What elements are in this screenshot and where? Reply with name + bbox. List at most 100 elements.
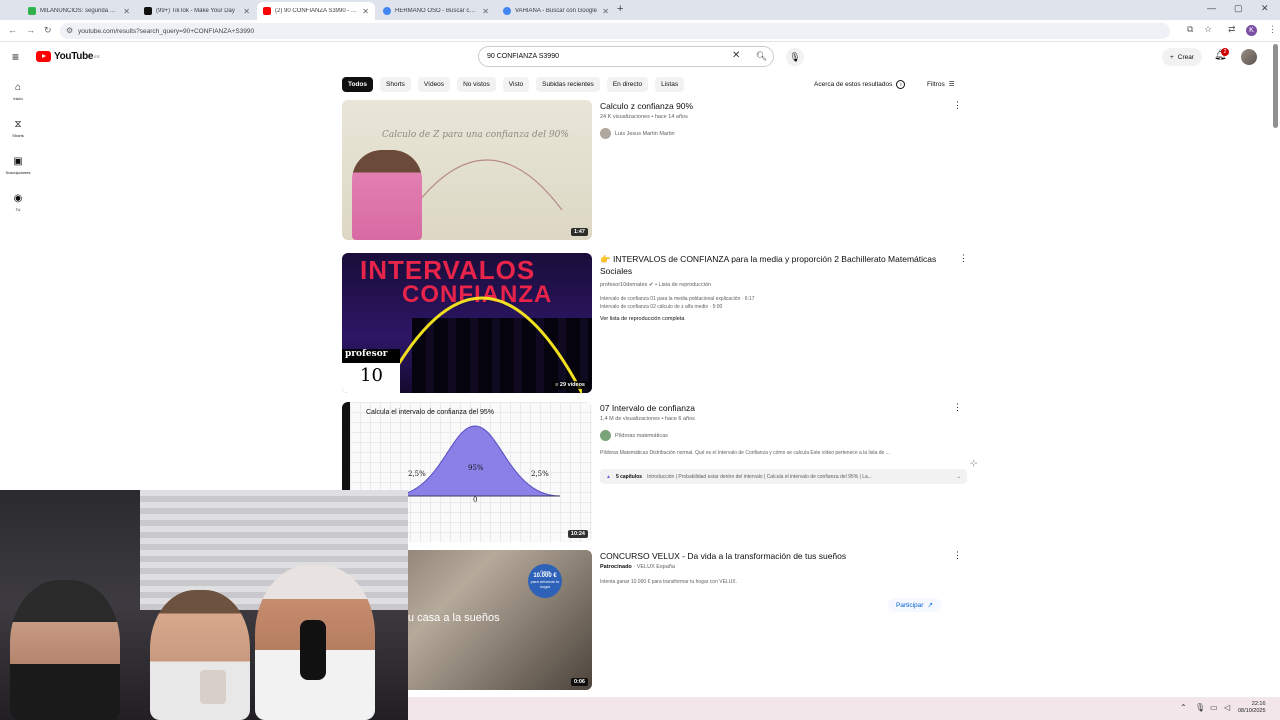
- create-button[interactable]: + Crear: [1162, 48, 1203, 66]
- tab-title: HERMANO OSO - Buscar con G: [395, 8, 479, 14]
- close-tab-icon[interactable]: ✕: [243, 7, 250, 16]
- playlist-video-line[interactable]: Intervalo de confianza 02 cálculo de z a…: [600, 303, 950, 311]
- logo-region: ES: [94, 54, 100, 59]
- youtube-logo[interactable]: YouTube ES: [36, 51, 100, 62]
- browser-tab[interactable]: HERMANO OSO - Buscar con G ✕: [377, 2, 495, 20]
- create-label: Crear: [1177, 53, 1195, 61]
- browser-tab[interactable]: VAHIANA - Buscar con Google ✕: [497, 2, 615, 20]
- close-tab-icon[interactable]: ✕: [602, 7, 609, 16]
- more-options-icon[interactable]: ⋮: [953, 402, 962, 413]
- logo-text: YouTube: [54, 51, 94, 62]
- video-meta: 1,4 M de visualizaciones • hace 6 años: [600, 416, 695, 422]
- playlist-thumbnail[interactable]: INTERVALOS CONFIANZA profesor 10 ≡ 29 ví…: [342, 253, 592, 393]
- browser-menu-icon[interactable]: ⋮: [1268, 24, 1277, 35]
- url-bar[interactable]: ⚙ youtube.com/results?search_query=90+CO…: [60, 23, 1170, 39]
- badge-bottom: para reformar tu hogar: [530, 579, 560, 589]
- close-window-icon[interactable]: ✕: [1261, 3, 1269, 14]
- channel-link[interactable]: Luis Jesus Martin Martin: [600, 128, 955, 139]
- bell-curve-graphic: [382, 296, 582, 393]
- site-info-icon[interactable]: ⚙: [66, 26, 73, 35]
- sidebar-item-label: Inicio: [13, 96, 23, 101]
- chip-recently-uploaded[interactable]: Subidas recientes: [536, 77, 600, 92]
- chip-live[interactable]: En directo: [606, 77, 649, 92]
- about-results-link[interactable]: Acerca de estos resultados i: [814, 80, 906, 89]
- advertiser-name[interactable]: VELUX España: [637, 564, 675, 570]
- tab-favicon-icon: [144, 7, 152, 15]
- chip-all[interactable]: Todos: [342, 77, 374, 92]
- chip-watched[interactable]: Visto: [502, 77, 530, 92]
- system-clock[interactable]: 22:16 08/10/2025: [1238, 701, 1266, 715]
- minimize-icon[interactable]: —: [1207, 3, 1216, 13]
- participate-button[interactable]: Participar ↗: [888, 598, 941, 612]
- chip-videos[interactable]: Vídeos: [417, 77, 451, 92]
- youtube-play-icon: [36, 51, 51, 62]
- account-avatar[interactable]: [1241, 49, 1257, 65]
- playlist-video-line[interactable]: Intervalo de confianza 01 para la media …: [600, 295, 950, 303]
- network-icon[interactable]: ▭: [1210, 703, 1218, 712]
- maximize-icon[interactable]: ▢: [1234, 3, 1243, 14]
- more-options-icon[interactable]: ⋮: [953, 100, 962, 111]
- video-title[interactable]: Calculo z confianza 90%: [600, 100, 955, 112]
- browser-tab[interactable]: (99+) TikTok - Make Your Day ✕: [138, 2, 256, 20]
- channel-name[interactable]: profesor10demates: [600, 282, 647, 288]
- sidebar-item-home[interactable]: ⌂ Inicio: [0, 82, 36, 101]
- video-title[interactable]: 07 Intervalo de confianza: [600, 402, 955, 414]
- chip-playlists[interactable]: Listas: [655, 77, 685, 92]
- microphone-tray-icon[interactable]: 🎙︎: [1195, 703, 1205, 712]
- volume-icon[interactable]: ◁: [1224, 703, 1230, 712]
- chapters-bar[interactable]: ▲ 5 capítulos Introducción | Probabilida…: [600, 469, 967, 484]
- back-icon[interactable]: ←: [8, 25, 17, 35]
- install-app-icon[interactable]: ⧉: [1187, 24, 1193, 35]
- view-full-playlist-link[interactable]: Ver lista de reproducción completa: [600, 316, 950, 322]
- sponsored-result[interactable]: re tu casa a la sueños Gana 10.000 € par…: [342, 550, 967, 690]
- sidebar-item-shorts[interactable]: ⧖ Shorts: [0, 119, 36, 138]
- close-tab-icon[interactable]: ✕: [123, 7, 130, 16]
- tab-favicon-icon: [28, 7, 36, 15]
- thumbnail-text: re tu casa a la sueños: [392, 612, 500, 624]
- shorts-icon: ⧖: [14, 119, 22, 130]
- close-tab-icon[interactable]: ✕: [362, 7, 369, 16]
- os-taskbar: ⌃ 🎙︎ ▭ ◁ 22:16 08/10/2025: [408, 697, 1280, 720]
- cup-figure: [200, 670, 226, 704]
- forward-icon[interactable]: →: [26, 25, 35, 35]
- playlist-title[interactable]: 👉 INTERVALOS de CONFIANZA para la media …: [600, 253, 950, 277]
- browser-tab-active[interactable]: (2) 90 CONFIANZA S3990 - You ✕: [257, 2, 375, 20]
- you-icon: ◉: [13, 193, 23, 204]
- bell-curve-sketch: [411, 159, 563, 211]
- video-thumbnail[interactable]: Calculo de Z para una confianza del 90% …: [342, 100, 592, 240]
- clear-search-icon[interactable]: ✕: [732, 50, 740, 61]
- channel-link[interactable]: Píldoras matemáticas: [600, 430, 955, 441]
- menu-icon[interactable]: ≡: [12, 50, 19, 64]
- sidebar-item-you[interactable]: ◉ Tú: [0, 193, 36, 212]
- close-tab-icon[interactable]: ✕: [482, 7, 489, 16]
- chip-shorts[interactable]: Shorts: [380, 77, 411, 92]
- playlist-count-badge: ≡ 29 vídeos: [552, 381, 588, 389]
- sidebar-item-subscriptions[interactable]: ▣ Suscripciones: [0, 156, 36, 175]
- plus-icon: +: [1170, 53, 1174, 61]
- ad-title[interactable]: CONCURSO VELUX - Da vida a la transforma…: [600, 550, 955, 562]
- browser-tab[interactable]: MILANUNCIOS: segunda mano ✕: [22, 2, 136, 20]
- clock-time: 22:16: [1251, 701, 1266, 707]
- new-tab-icon[interactable]: +: [617, 3, 623, 15]
- search-button[interactable]: 🔍︎: [749, 47, 774, 66]
- right-tail-label: 2,5%: [531, 470, 549, 478]
- home-icon: ⌂: [14, 82, 22, 93]
- search-input[interactable]: 90 CONFIANZA S3990 ✕ 🔍︎: [478, 46, 774, 67]
- page-scrollbar[interactable]: [1273, 44, 1278, 128]
- voice-search-button[interactable]: 🎙︎: [786, 48, 804, 66]
- chevron-up-icon[interactable]: ⌃: [1180, 703, 1187, 712]
- filters-button[interactable]: Filtros ☰: [927, 80, 955, 89]
- bookmark-star-icon[interactable]: ☆: [1204, 24, 1212, 35]
- browser-profile-avatar[interactable]: K: [1246, 25, 1257, 36]
- video-result[interactable]: Calculo de Z para una confianza del 90% …: [342, 100, 967, 240]
- mouse-cursor-icon: ⊹: [970, 458, 978, 468]
- external-link-icon: ↗: [927, 602, 933, 609]
- more-options-icon[interactable]: ⋮: [959, 253, 968, 264]
- chevron-down-icon[interactable]: ⌄: [957, 474, 967, 480]
- extensions-icon[interactable]: ⇄: [1228, 24, 1236, 35]
- more-options-icon[interactable]: ⋮: [953, 550, 962, 561]
- chip-unwatched[interactable]: No vistos: [457, 77, 496, 92]
- reload-icon[interactable]: ↻: [44, 25, 52, 36]
- webcam-overlay: [0, 490, 408, 720]
- playlist-result[interactable]: INTERVALOS CONFIANZA profesor 10 ≡ 29 ví…: [342, 253, 968, 393]
